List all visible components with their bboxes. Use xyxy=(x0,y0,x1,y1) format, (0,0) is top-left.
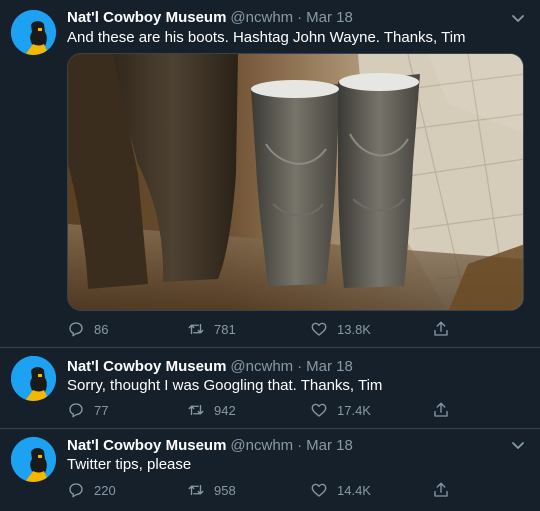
separator-dot: · xyxy=(297,437,303,454)
display-name[interactable]: Nat'l Cowboy Museum xyxy=(67,437,226,454)
share-icon xyxy=(434,402,448,417)
tweet-text: Twitter tips, please xyxy=(67,456,192,473)
avatar[interactable] xyxy=(11,10,56,55)
heart-icon xyxy=(311,403,327,417)
tweet-header: Nat'l Cowboy Museum @ncwhm · Mar 18 xyxy=(67,8,353,27)
chevron-down-icon[interactable] xyxy=(508,435,528,455)
like-count: 17.4K xyxy=(337,402,371,418)
chevron-down-icon[interactable] xyxy=(508,8,528,28)
retweet-button[interactable]: 958 xyxy=(187,480,236,500)
reply-icon xyxy=(69,403,83,418)
tweet-date[interactable]: Mar 18 xyxy=(306,358,353,375)
tweet-actions: 86 781 13.8K xyxy=(67,319,467,339)
reply-button[interactable]: 220 xyxy=(67,480,116,500)
user-handle[interactable]: @ncwhm xyxy=(230,437,293,454)
share-icon xyxy=(434,321,448,336)
display-name[interactable]: Nat'l Cowboy Museum xyxy=(67,358,226,375)
share-button[interactable] xyxy=(432,319,450,339)
reply-button[interactable]: 86 xyxy=(67,319,108,339)
like-count: 13.8K xyxy=(337,321,371,337)
avatar[interactable] xyxy=(11,356,56,401)
reply-button[interactable]: 77 xyxy=(67,400,108,420)
tweet-header: Nat'l Cowboy Museum @ncwhm · Mar 18 xyxy=(67,357,353,376)
retweet-button[interactable]: 942 xyxy=(187,400,236,420)
reply-icon xyxy=(69,322,83,337)
reply-count: 77 xyxy=(94,402,109,418)
share-button[interactable] xyxy=(432,480,450,500)
retweet-count: 942 xyxy=(214,402,236,418)
avatar[interactable] xyxy=(11,437,56,482)
user-handle[interactable]: @ncwhm xyxy=(230,358,293,375)
tweet-text: And these are his boots. Hashtag John Wa… xyxy=(67,29,466,46)
like-button[interactable]: 14.4K xyxy=(310,480,371,500)
retweet-button[interactable]: 781 xyxy=(187,319,236,339)
share-button[interactable] xyxy=(432,400,450,420)
retweet-icon xyxy=(188,323,204,335)
museum-logo-icon xyxy=(11,10,56,55)
museum-logo-icon xyxy=(11,356,56,401)
tweet-text: Sorry, thought I was Googling that. Than… xyxy=(67,377,383,394)
share-icon xyxy=(434,482,448,497)
user-handle[interactable]: @ncwhm xyxy=(230,9,293,26)
tweet-date[interactable]: Mar 18 xyxy=(306,437,353,454)
tweet-actions: 220 958 14.4K xyxy=(67,480,467,500)
retweet-count: 781 xyxy=(214,321,236,337)
museum-logo-icon xyxy=(11,437,56,482)
tweet-header: Nat'l Cowboy Museum @ncwhm · Mar 18 xyxy=(67,436,353,455)
retweet-icon xyxy=(188,404,204,416)
heart-icon xyxy=(311,322,327,336)
like-count: 14.4K xyxy=(337,482,371,498)
tweet[interactable]: Nat'l Cowboy Museum @ncwhm · Mar 18 Twitter… xyxy=(0,429,540,511)
like-button[interactable]: 13.8K xyxy=(310,319,371,339)
tweet[interactable]: Nat'l Cowboy Museum @ncwhm · Mar 18 And the… xyxy=(0,0,540,347)
boots-photo xyxy=(68,54,523,310)
reply-count: 86 xyxy=(94,321,109,337)
reply-count: 220 xyxy=(94,482,116,498)
tweet-photo[interactable] xyxy=(67,53,524,311)
tweet-actions: 77 942 17.4K xyxy=(67,400,467,420)
retweet-count: 958 xyxy=(214,482,236,498)
retweet-icon xyxy=(188,484,204,496)
reply-icon xyxy=(69,483,83,498)
separator-dot: · xyxy=(297,358,303,375)
tweet-date[interactable]: Mar 18 xyxy=(306,9,353,26)
separator-dot: · xyxy=(297,9,303,26)
like-button[interactable]: 17.4K xyxy=(310,400,371,420)
tweet[interactable]: Nat'l Cowboy Museum @ncwhm · Mar 18 Sorry, … xyxy=(0,348,540,428)
display-name[interactable]: Nat'l Cowboy Museum xyxy=(67,9,226,26)
heart-icon xyxy=(311,483,327,497)
